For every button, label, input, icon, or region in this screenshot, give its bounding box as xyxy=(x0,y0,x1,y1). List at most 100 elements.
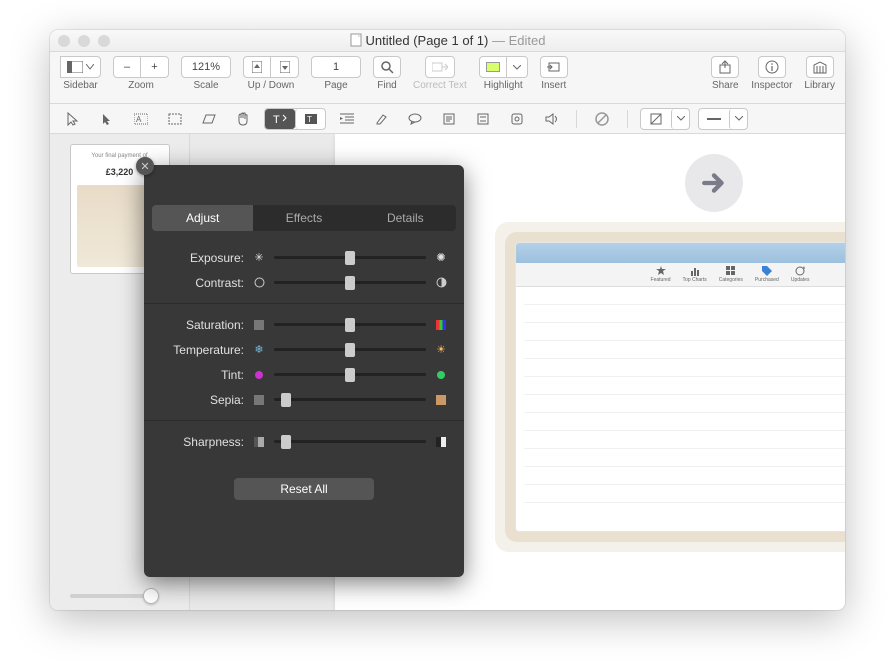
line-tool[interactable] xyxy=(699,109,729,129)
text-box-tool[interactable]: T xyxy=(295,109,325,129)
share-label: Share xyxy=(712,80,739,91)
slider-knob-icon[interactable] xyxy=(345,318,355,332)
sharpness-track[interactable] xyxy=(274,435,426,449)
close-window-icon[interactable] xyxy=(58,35,70,47)
find-tool: Find xyxy=(373,56,401,91)
library-icon xyxy=(813,61,827,74)
insert-button[interactable] xyxy=(540,56,568,78)
toolbar: Sidebar – + Zoom 121% Scale Up / Down 1 … xyxy=(50,52,845,104)
arrow-up-box-icon xyxy=(252,61,262,73)
slider-knob-icon[interactable] xyxy=(281,435,291,449)
eraser-tool[interactable] xyxy=(196,108,222,130)
slider-knob-icon[interactable] xyxy=(345,251,355,265)
library-button[interactable] xyxy=(806,56,834,78)
temperature-slider: Temperature: ❄ ☀ xyxy=(160,337,448,362)
text-select-tool[interactable]: A xyxy=(128,108,154,130)
info-icon xyxy=(765,60,779,74)
marquee-tool[interactable] xyxy=(162,108,188,130)
zoom-in-button[interactable]: + xyxy=(141,56,169,78)
slider-knob-icon[interactable] xyxy=(281,393,291,407)
note-tool[interactable] xyxy=(436,108,462,130)
page-down-button[interactable] xyxy=(271,56,299,78)
sepia-track[interactable] xyxy=(274,393,426,407)
appstore-list: OPEN UPDATE UPDATE OPEN UPDATE UPDATE IN… xyxy=(516,287,845,507)
tint-slider: Tint: xyxy=(160,362,448,387)
sharp-square-icon xyxy=(434,435,448,449)
line-segment xyxy=(698,108,748,130)
thumb-size-slider[interactable] xyxy=(70,594,159,598)
highlight-button[interactable] xyxy=(479,56,507,78)
list-item: INSTALL xyxy=(524,399,845,413)
close-panel-button[interactable]: ✕ xyxy=(136,157,154,175)
tab-adjust[interactable]: Adjust xyxy=(152,205,253,231)
insert-icon xyxy=(547,61,561,73)
appstore-tab: Categories xyxy=(719,266,743,283)
exposure-slider: Exposure: ✳ ✺ xyxy=(160,245,448,270)
page-up-button[interactable] xyxy=(243,56,271,78)
window-title: Untitled (Page 1 of 1) — Edited xyxy=(50,33,845,48)
minimize-window-icon[interactable] xyxy=(78,35,90,47)
page-field[interactable]: 1 xyxy=(311,56,361,78)
star-icon xyxy=(656,266,666,276)
shape-tool[interactable] xyxy=(641,109,671,129)
list-item: INSTALL xyxy=(524,453,845,467)
correct-label: Correct Text xyxy=(413,80,467,91)
indent-tool[interactable] xyxy=(334,108,360,130)
no-action-tool[interactable] xyxy=(589,108,615,130)
temperature-track[interactable] xyxy=(274,343,426,357)
list-item: UPDATE xyxy=(524,381,845,395)
link-tool[interactable] xyxy=(504,108,530,130)
tab-effects[interactable]: Effects xyxy=(253,205,354,231)
comment-tool[interactable] xyxy=(402,108,428,130)
exposure-track[interactable] xyxy=(274,251,426,265)
highlight-color-icon xyxy=(486,62,500,72)
sidebar-button[interactable] xyxy=(60,56,101,78)
sharpness-slider: Sharpness: xyxy=(160,429,448,454)
titlebar: Untitled (Page 1 of 1) — Edited xyxy=(50,30,845,52)
highlight-menu-button[interactable] xyxy=(507,56,528,78)
search-icon xyxy=(381,61,394,74)
list-item: INSTALL xyxy=(524,417,845,431)
circle-icon xyxy=(252,276,266,290)
zoom-tool: – + Zoom xyxy=(113,56,169,91)
sepia-slider: Sepia: xyxy=(160,387,448,412)
sun-dim-icon: ✳ xyxy=(252,251,266,265)
slider-knob-icon[interactable] xyxy=(345,368,355,382)
adjust-tabs: Adjust Effects Details xyxy=(152,205,456,231)
tint-track[interactable] xyxy=(274,368,426,382)
move-tool[interactable] xyxy=(60,108,86,130)
grid-icon xyxy=(726,266,736,276)
saturation-track[interactable] xyxy=(274,318,426,332)
shape-menu[interactable] xyxy=(671,109,689,129)
refresh-icon xyxy=(795,266,805,276)
zoom-out-button[interactable]: – xyxy=(113,56,141,78)
scale-field[interactable]: 121% xyxy=(181,56,231,78)
find-button[interactable] xyxy=(373,56,401,78)
slider-knob-icon[interactable] xyxy=(345,276,355,290)
chart-icon xyxy=(690,266,700,276)
contrast-track[interactable] xyxy=(274,276,426,290)
slider-knob-icon[interactable] xyxy=(143,588,159,604)
reset-all-button[interactable]: Reset All xyxy=(234,478,374,500)
find-label: Find xyxy=(377,80,396,91)
thumb-text: Your final payment of xyxy=(71,153,169,159)
form-tool[interactable] xyxy=(470,108,496,130)
hand-tool[interactable] xyxy=(230,108,256,130)
line-menu[interactable] xyxy=(729,109,747,129)
tab-details[interactable]: Details xyxy=(355,205,456,231)
text-tool[interactable]: T xyxy=(265,109,295,129)
list-item: UPDATE xyxy=(524,327,845,341)
share-button[interactable] xyxy=(711,56,739,78)
select-tool[interactable] xyxy=(94,108,120,130)
appstore-header xyxy=(516,243,845,263)
highlighter-tool[interactable] xyxy=(368,108,394,130)
highlight-tool: Highlight xyxy=(479,56,528,91)
gray-square-icon xyxy=(252,318,266,332)
tag-icon xyxy=(762,266,772,276)
highlight-label: Highlight xyxy=(484,80,523,91)
rgb-square-icon xyxy=(434,318,448,332)
sound-tool[interactable] xyxy=(538,108,564,130)
slider-knob-icon[interactable] xyxy=(345,343,355,357)
inspector-button[interactable] xyxy=(758,56,786,78)
zoom-window-icon[interactable] xyxy=(98,35,110,47)
